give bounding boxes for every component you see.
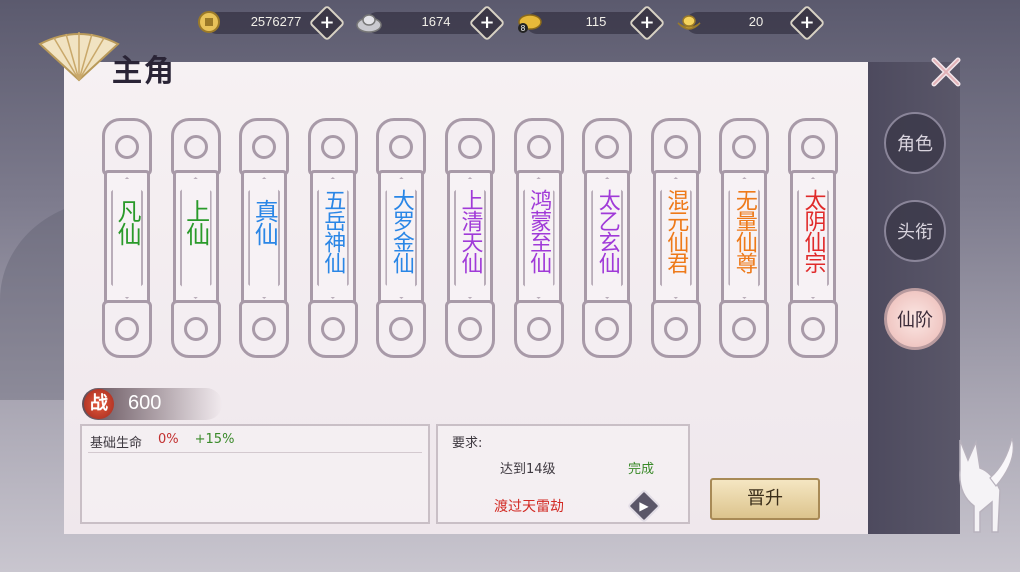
card-ornament-bottom (582, 300, 633, 358)
requirements-title: 要求: (452, 436, 483, 451)
rank-label: 太阴仙宗 (800, 189, 826, 273)
card-body: 五岳神仙 (309, 170, 356, 306)
currency-gold: 8 115 + (512, 4, 672, 42)
card-ornament-top (170, 118, 221, 176)
rank-card[interactable]: 凡仙 (102, 118, 152, 358)
card-ornament-top (239, 118, 290, 176)
rank-cards: 凡仙 上仙 真仙 五岳神仙 大罗金仙 上清天仙 鸿蒙至仙 太乙玄仙 混元仙君 无量仙尊 太阴仙宗 (102, 118, 842, 358)
promote-button[interactable]: 晋升 (710, 478, 820, 520)
rank-label: 五岳神仙 (320, 189, 346, 273)
card-ornament-bottom (788, 300, 838, 358)
fan-icon (36, 30, 122, 82)
tab-title[interactable]: 头衔 (884, 200, 946, 262)
rank-label: 凡仙 (113, 199, 141, 245)
gold-badge: 8 (521, 24, 526, 33)
rank-card[interactable]: 无量仙尊 (719, 118, 770, 358)
close-button[interactable] (928, 54, 964, 90)
gold-ingot-icon: 8 (516, 10, 542, 34)
rank-card[interactable]: 太乙玄仙 (582, 118, 633, 358)
card-ornament-top (445, 118, 495, 176)
tab-immortal-rank[interactable]: 仙阶 (884, 288, 946, 350)
card-ornament-top (376, 118, 427, 176)
white-fox-icon (940, 420, 1020, 540)
rank-card[interactable]: 上清天仙 (445, 118, 495, 358)
rank-card[interactable]: 混元仙君 (650, 118, 701, 358)
card-body: 凡仙 (104, 170, 150, 306)
card-body: 太阴仙宗 (790, 170, 836, 306)
rank-card[interactable]: 鸿蒙至仙 (513, 118, 564, 358)
rank-card[interactable]: 大罗金仙 (376, 118, 427, 358)
combat-power: 战 600 (82, 388, 222, 420)
rank-label: 大罗金仙 (388, 189, 414, 273)
card-ornament-top (513, 118, 564, 176)
coin-icon (196, 10, 222, 34)
currency-silver: 1674 + (352, 4, 512, 42)
rank-card[interactable]: 五岳神仙 (307, 118, 358, 358)
card-ornament-top (788, 118, 838, 176)
add-silver-button[interactable]: + (468, 4, 506, 42)
card-ornament-bottom (307, 300, 358, 358)
stat-current: 0% (158, 432, 179, 447)
rank-label: 无量仙尊 (731, 189, 757, 273)
card-ornament-bottom (376, 300, 427, 358)
add-yuanbao-button[interactable]: + (788, 4, 826, 42)
card-body: 太乙玄仙 (584, 170, 631, 306)
rank-card[interactable]: 真仙 (239, 118, 290, 358)
silver-ingot-icon (356, 10, 382, 34)
rank-card[interactable]: 上仙 (170, 118, 221, 358)
power-value: 600 (128, 392, 162, 414)
card-ornament-top (102, 118, 152, 176)
card-body: 大罗金仙 (378, 170, 425, 306)
rank-label: 鸿蒙至仙 (526, 189, 552, 273)
tab-label: 头衔 (897, 222, 933, 243)
card-ornament-top (582, 118, 633, 176)
requirement-level: 达到14级 (500, 462, 556, 477)
requirements-panel: 要求: 达到14级 完成 渡过天雷劫 ▶ (436, 424, 690, 524)
card-ornament-bottom (239, 300, 290, 358)
tab-label: 仙阶 (897, 310, 933, 331)
card-body: 真仙 (241, 170, 288, 306)
card-ornament-bottom (445, 300, 495, 358)
currency-bar: 2576277 + 1674 + 8 115 + 20 + (192, 4, 832, 42)
card-body: 上清天仙 (447, 170, 493, 306)
card-body: 鸿蒙至仙 (515, 170, 562, 306)
currency-coin: 2576277 + (192, 4, 352, 42)
card-ornament-top (307, 118, 358, 176)
add-coin-button[interactable]: + (308, 4, 346, 42)
stat-label: 基础生命 (90, 436, 143, 451)
arrow-right-icon: ▶ (639, 499, 649, 513)
page-title: 主角 (112, 54, 176, 89)
rank-label: 太乙玄仙 (594, 189, 620, 273)
tab-label: 角色 (897, 134, 933, 155)
rank-label: 混元仙君 (663, 189, 689, 273)
goto-tribulation-button[interactable]: ▶ (627, 489, 661, 523)
stats-panel: 基础生命 0% +15% (80, 424, 430, 524)
card-ornament-top (650, 118, 701, 176)
close-icon (931, 57, 961, 87)
card-ornament-top (719, 118, 770, 176)
rank-label: 上仙 (181, 199, 210, 245)
card-body: 上仙 (172, 170, 219, 306)
requirement-tribulation: 渡过天雷劫 (494, 499, 564, 515)
rank-card[interactable]: 太阴仙宗 (788, 118, 838, 358)
card-ornament-bottom (719, 300, 770, 358)
card-body: 无量仙尊 (721, 170, 768, 306)
card-body: 混元仙君 (652, 170, 699, 306)
stat-bonus: +15% (194, 432, 235, 447)
yuanbao-icon (676, 10, 702, 34)
currency-yuanbao: 20 + (672, 4, 832, 42)
rank-label: 真仙 (250, 199, 279, 245)
card-ornament-bottom (170, 300, 221, 358)
power-badge: 战 (84, 389, 114, 419)
rank-label: 上清天仙 (457, 189, 483, 273)
tab-character[interactable]: 角色 (884, 112, 946, 174)
requirement-status: 完成 (628, 462, 655, 477)
card-ornament-bottom (650, 300, 701, 358)
add-gold-button[interactable]: + (628, 4, 666, 42)
card-ornament-bottom (102, 300, 152, 358)
card-ornament-bottom (513, 300, 564, 358)
